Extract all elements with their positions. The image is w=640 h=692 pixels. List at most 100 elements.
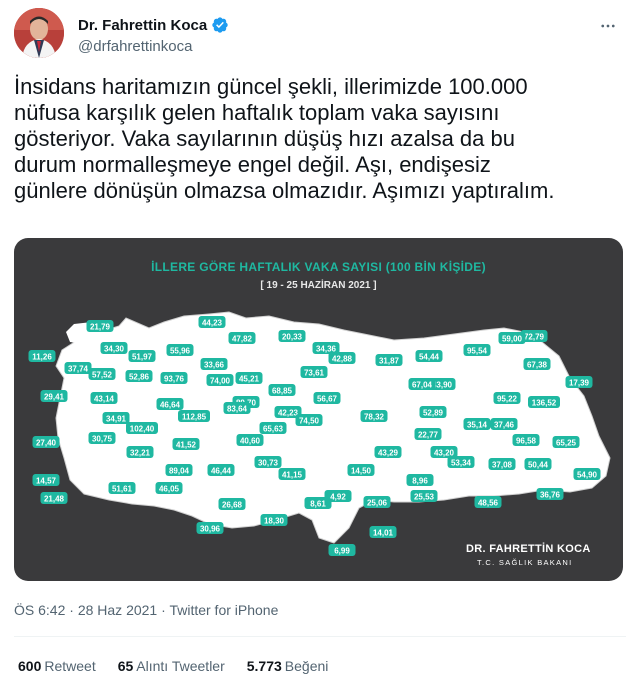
province-value: 33,66	[204, 361, 225, 370]
province-value-badge: 41,52	[172, 438, 200, 450]
avatar[interactable]	[14, 8, 64, 58]
retweets-stat[interactable]: 600 Retweet	[18, 658, 96, 674]
province-value: 18,30	[264, 517, 285, 526]
province-value: 30,75	[92, 435, 113, 444]
province-value: 65,25	[556, 439, 577, 448]
province-value: 14,50	[351, 467, 372, 476]
province-value-badge: 37,74	[64, 362, 92, 374]
province-value-badge: 34,30	[100, 342, 128, 354]
province-value: 25,06	[367, 499, 388, 508]
province-value-badge: 93,76	[160, 372, 188, 384]
province-value: 35,14	[467, 421, 488, 430]
province-value: 31,87	[379, 357, 400, 366]
province-value-badge: 73,61	[300, 366, 328, 378]
signature-name: DR. FAHRETTİN KOCA	[466, 543, 591, 555]
tweet-text-line: nüfusa karşılık gelen haftalık toplam va…	[14, 100, 500, 125]
province-value-badge: 65,63	[259, 422, 287, 434]
tweet-media-image[interactable]: 21,79 11,26 34,30 51,97 55,96 44,23 47,82 20,33…	[14, 238, 623, 581]
province-value-badge: 51,97	[128, 350, 156, 362]
province-value: 30,96	[200, 525, 221, 534]
province-value-badge: 54,44	[415, 350, 443, 362]
province-value-badge: 20,33	[278, 330, 306, 342]
display-name[interactable]: Dr. Fahrettin Koca	[78, 17, 207, 34]
province-value: 102,40	[130, 425, 155, 434]
province-value-badge: 25,06	[363, 496, 391, 508]
province-value: 17,39	[569, 379, 590, 388]
map-title: İLLERE GÖRE HAFTALIK VAKA SAYISI (100 Bİ…	[151, 260, 486, 274]
province-value-badge: 83,64	[223, 402, 251, 414]
likes-stat[interactable]: 5.773 Beğeni	[247, 658, 329, 674]
tweet-source[interactable]: Twitter for iPhone	[169, 602, 278, 618]
province-value: 95,54	[467, 347, 488, 356]
province-value: 54,44	[419, 353, 440, 362]
province-value-badge: 50,44	[524, 458, 552, 470]
province-value: 45,21	[239, 375, 260, 384]
province-value-badge: 95,54	[463, 344, 491, 356]
province-value-badge: 30,73	[254, 456, 282, 468]
province-value: 51,97	[132, 353, 153, 362]
signature-title: T.C. SAĞLIK BAKANI	[477, 558, 573, 567]
province-value-badge: 14,01	[369, 526, 397, 538]
province-value-badge: 53,34	[447, 456, 475, 468]
tweet-date[interactable]: 28 Haz 2021	[78, 602, 157, 618]
province-value: 56,67	[317, 395, 338, 404]
province-value-badge: 21,79	[86, 320, 114, 332]
province-value-badge: 36,76	[536, 488, 564, 500]
province-value-badge: 37,46	[490, 418, 518, 430]
tweet-header: Dr. Fahrettin Koca @drfahrettinkoca	[14, 8, 626, 60]
province-value-badge: 37,08	[488, 458, 516, 470]
province-value-badge: 8,96	[406, 474, 434, 486]
province-value-badge: 25,53	[410, 490, 438, 502]
province-value: 37,74	[68, 365, 89, 374]
province-value: 32,21	[130, 449, 151, 458]
province-value-badge: 95,22	[493, 392, 521, 404]
province-value: 20,33	[282, 333, 303, 342]
province-value: 112,85	[182, 413, 207, 422]
tweet-text-line: gösteriyor. Vaka sayılarının düşüş hızı …	[14, 126, 515, 151]
province-value-badge: 46,05	[155, 482, 183, 494]
province-value: 42,23	[278, 409, 299, 418]
province-value-badge: 11,26	[28, 350, 56, 362]
province-value: 93,76	[164, 375, 185, 384]
province-value-badge: 52,86	[125, 370, 153, 382]
meta-separator: ·	[69, 602, 74, 618]
province-value-badge: 54,90	[573, 468, 601, 480]
more-options-icon[interactable]	[596, 14, 620, 38]
meta-separator: ·	[161, 602, 166, 618]
province-value: 136,52	[532, 399, 557, 408]
province-value: 50,44	[528, 461, 549, 470]
province-value: 40,60	[240, 437, 261, 446]
user-handle[interactable]: @drfahrettinkoca	[78, 38, 192, 55]
province-value-badge: 22,77	[414, 428, 442, 440]
engagement-stats: 600 Retweet 65 Alıntı Tweetler 5.773 Beğeni	[18, 658, 328, 674]
province-value: 59,00	[502, 335, 523, 344]
province-value: 11,26	[32, 353, 52, 362]
province-value: 36,76	[540, 491, 561, 500]
province-value-badge: 102,40	[126, 422, 158, 434]
province-value: 46,64	[160, 401, 181, 410]
province-value-badge: 56,67	[313, 392, 341, 404]
province-value: 55,96	[170, 347, 191, 356]
province-value-badge: 51,61	[108, 482, 136, 494]
province-value: 48,56	[478, 499, 499, 508]
province-value-badge: 112,85	[178, 410, 210, 422]
province-value: 37,46	[494, 421, 515, 430]
tweet-text-line: günlere dönüşün olmazsa olmazıdır. Aşımı…	[14, 178, 555, 203]
province-value: 4,92	[330, 493, 346, 502]
quotes-stat[interactable]: 65 Alıntı Tweetler	[118, 658, 225, 674]
province-value: 8,61	[310, 500, 326, 509]
province-value: 34,30	[104, 345, 125, 354]
divider	[14, 636, 626, 637]
province-value: 6,99	[334, 547, 350, 556]
province-value: 46,44	[211, 467, 232, 476]
province-value: 46,05	[159, 485, 180, 494]
tweet-time[interactable]: ÖS 6:42	[14, 602, 65, 618]
province-value: 67,38	[527, 361, 548, 370]
likes-label: Beğeni	[284, 658, 329, 674]
province-value: 43,14	[94, 395, 115, 404]
province-value-badge: 29,41	[40, 390, 68, 402]
quotes-count: 65	[117, 658, 134, 674]
province-value-badge: 48,56	[474, 496, 502, 508]
retweets-label: Retweet	[44, 658, 96, 674]
province-value-badge: 74,00	[206, 374, 234, 386]
